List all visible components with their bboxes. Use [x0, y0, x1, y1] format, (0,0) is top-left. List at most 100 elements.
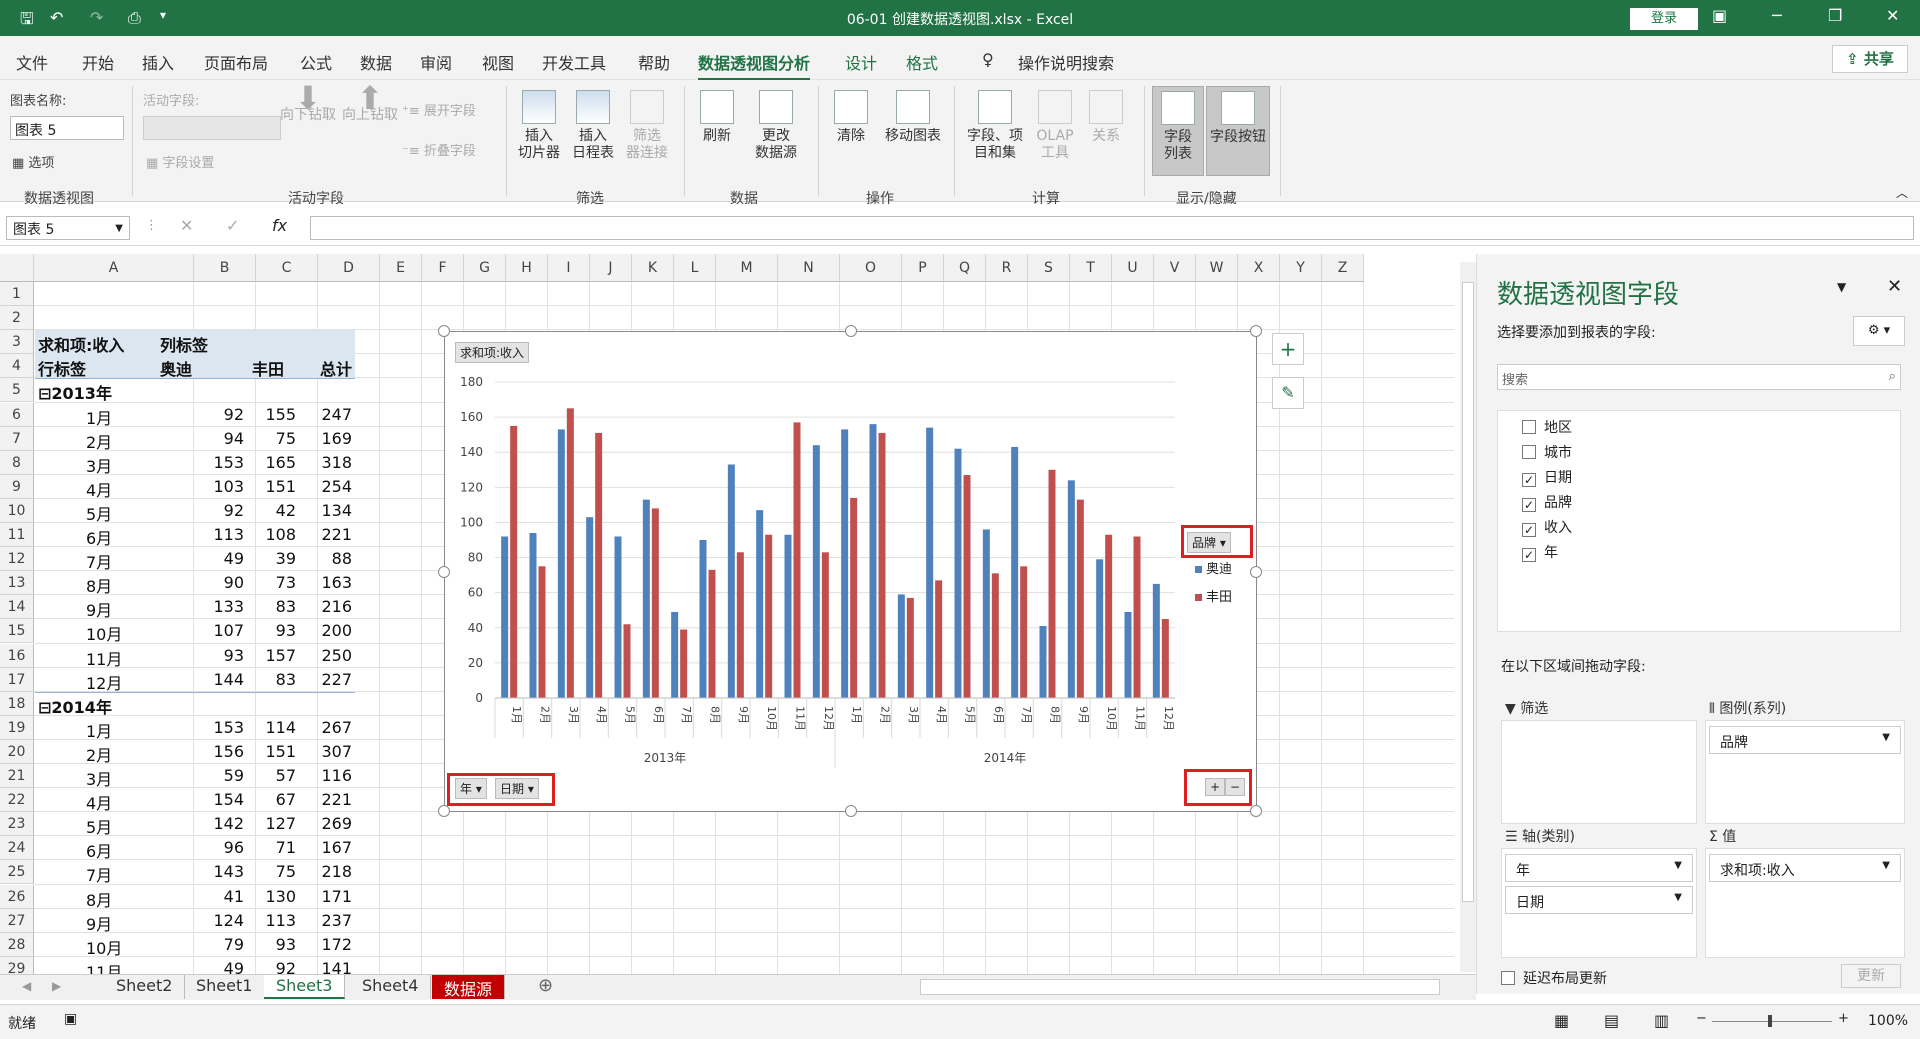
maximize-icon[interactable]: ❐ — [1828, 6, 1842, 25]
normal-view-icon[interactable]: ▦ — [1554, 1011, 1569, 1030]
zoom-in-icon[interactable]: + — [1838, 1011, 1849, 1026]
pivot-value[interactable]: 92 — [184, 405, 244, 424]
sheet-tab-sheet2[interactable]: Sheet2 — [104, 975, 186, 999]
cancel-icon[interactable]: ✕ — [180, 216, 193, 235]
pivot-value[interactable]: 254 — [292, 477, 352, 496]
pivot-value[interactable]: 216 — [292, 597, 352, 616]
share-button[interactable]: ⇪ 共享 — [1832, 45, 1908, 73]
column-header[interactable]: M — [716, 254, 778, 282]
pivot-month-label[interactable]: 5月 — [86, 814, 112, 838]
menu-format[interactable]: 格式 — [906, 50, 938, 74]
change-source-button[interactable]: 更改 数据源 — [744, 90, 808, 162]
axis-field-chip-year[interactable]: 年 ▼ — [1505, 854, 1693, 882]
value-field-chip[interactable]: 求和项:收入 ▼ — [1709, 854, 1901, 882]
pivot-value[interactable]: 151 — [236, 477, 296, 496]
resize-handle[interactable] — [1250, 566, 1262, 578]
pivot-value[interactable]: 93 — [184, 646, 244, 665]
row-header[interactable]: 21 — [0, 764, 34, 789]
resize-handle[interactable] — [845, 805, 857, 817]
menu-home[interactable]: 开始 — [82, 50, 114, 74]
filter-connections-button[interactable]: 筛选 器连接 — [620, 90, 674, 162]
pivot-value[interactable]: 39 — [236, 549, 296, 568]
row-header[interactable]: 4 — [0, 354, 34, 379]
pivot-month-label[interactable]: 4月 — [86, 790, 112, 814]
pivot-col-header[interactable]: 丰田 — [252, 356, 284, 380]
menu-file[interactable]: 文件 — [16, 50, 48, 74]
prev-sheet-icon[interactable]: ◀ — [22, 979, 31, 993]
row-header[interactable]: 19 — [0, 715, 34, 740]
pivot-value[interactable]: 83 — [236, 670, 296, 689]
pivot-value[interactable]: 269 — [292, 814, 352, 833]
page-break-view-icon[interactable]: ▥ — [1654, 1011, 1669, 1030]
column-header[interactable]: F — [422, 254, 464, 282]
column-header[interactable]: E — [380, 254, 422, 282]
pivot-value[interactable]: 221 — [292, 790, 352, 809]
column-header[interactable]: L — [674, 254, 716, 282]
field-checkbox-2[interactable]: ✓ 日期 — [1522, 467, 1572, 487]
pivot-value[interactable]: 127 — [236, 814, 296, 833]
column-header[interactable]: Z — [1322, 254, 1364, 282]
add-sheet-icon[interactable]: ⊕ — [538, 975, 553, 996]
field-list-button[interactable]: 字段 列表 — [1152, 86, 1204, 176]
resize-handle[interactable] — [438, 325, 450, 337]
row-header[interactable]: 27 — [0, 908, 34, 933]
chart-name-input[interactable]: 图表 5 — [10, 116, 124, 140]
row-header[interactable]: 1 — [0, 282, 34, 307]
pivot-value[interactable]: 200 — [292, 621, 352, 640]
pivot-value[interactable]: 221 — [292, 525, 352, 544]
menu-insert[interactable]: 插入 — [142, 50, 174, 74]
pivot-month-label[interactable]: 12月 — [86, 670, 122, 694]
row-header[interactable]: 13 — [0, 571, 34, 596]
pivot-month-label[interactable]: 3月 — [86, 766, 112, 790]
column-header[interactable]: W — [1196, 254, 1238, 282]
pivot-value[interactable]: 49 — [184, 549, 244, 568]
menu-formulas[interactable]: 公式 — [300, 50, 332, 74]
zoom-out-icon[interactable]: − — [1696, 1011, 1707, 1026]
menu-developer[interactable]: 开发工具 — [542, 50, 606, 74]
pivot-value[interactable]: 73 — [236, 573, 296, 592]
pivot-month-label[interactable]: 5月 — [86, 501, 112, 525]
pivot-year-2014[interactable]: ⊟2014年 — [38, 694, 112, 718]
field-checkbox-3[interactable]: ✓ 品牌 — [1522, 492, 1572, 512]
column-header[interactable]: V — [1154, 254, 1196, 282]
sheet-tab-sheet1[interactable]: Sheet1 — [184, 975, 266, 999]
column-header[interactable]: R — [986, 254, 1028, 282]
pivot-value[interactable]: 153 — [184, 453, 244, 472]
pivot-value[interactable]: 169 — [292, 429, 352, 448]
pivot-month-label[interactable]: 10月 — [86, 621, 122, 645]
pivot-value[interactable]: 154 — [184, 790, 244, 809]
pivot-value[interactable]: 75 — [236, 862, 296, 881]
row-header[interactable]: 22 — [0, 788, 34, 813]
menu-view[interactable]: 视图 — [482, 50, 514, 74]
field-checkbox-1[interactable]: 城市 — [1522, 442, 1572, 462]
pivot-value[interactable]: 250 — [292, 646, 352, 665]
pivot-value[interactable]: 92 — [236, 959, 296, 974]
pivot-value[interactable]: 94 — [184, 429, 244, 448]
pivot-value[interactable]: 113 — [236, 911, 296, 930]
row-header[interactable]: 15 — [0, 619, 34, 644]
pivot-value[interactable]: 42 — [236, 501, 296, 520]
row-header[interactable]: 8 — [0, 450, 34, 475]
pane-options-icon[interactable]: ▼ — [1837, 280, 1846, 294]
legend-field-chip[interactable]: 品牌 ▼ — [1709, 726, 1901, 754]
row-header[interactable]: 6 — [0, 402, 34, 427]
pivot-col-header[interactable]: 总计 — [320, 356, 352, 380]
vertical-scrollbar[interactable] — [1460, 262, 1476, 972]
pivot-value[interactable]: 103 — [184, 477, 244, 496]
row-header[interactable]: 24 — [0, 836, 34, 861]
pivot-month-label[interactable]: 6月 — [86, 525, 112, 549]
pivot-value[interactable]: 93 — [236, 935, 296, 954]
pivot-value[interactable]: 141 — [292, 959, 352, 974]
pivot-month-label[interactable]: 10月 — [86, 935, 122, 959]
resize-handle[interactable] — [438, 566, 450, 578]
row-header[interactable]: 23 — [0, 812, 34, 837]
refresh-button[interactable]: 刷新 — [692, 90, 742, 145]
field-buttons-button[interactable]: 字段按钮 — [1206, 86, 1270, 176]
row-header[interactable]: 14 — [0, 595, 34, 620]
row-header[interactable]: 29 — [0, 956, 34, 974]
field-search-input[interactable]: 搜索 ⌕ — [1497, 364, 1901, 390]
field-checkbox-5[interactable]: ✓ 年 — [1522, 542, 1558, 562]
pivot-value[interactable]: 67 — [236, 790, 296, 809]
drill-up-button[interactable]: ⬆ 向上钻取 — [342, 82, 398, 124]
pivot-column-labels[interactable]: 列标签 — [160, 332, 208, 356]
